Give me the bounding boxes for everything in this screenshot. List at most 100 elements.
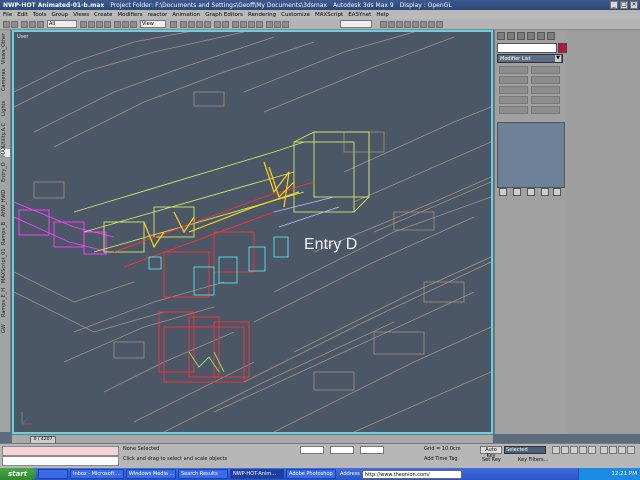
make-unique-icon[interactable] (527, 188, 535, 196)
previous-frame-icon[interactable] (561, 446, 569, 454)
select-by-name-icon[interactable] (88, 21, 95, 28)
display-tab-icon[interactable] (537, 32, 545, 40)
play-icon[interactable] (570, 446, 578, 454)
menu-graph-editors[interactable]: Graph Editors (205, 12, 243, 18)
menu-reactor[interactable]: reactor (148, 12, 168, 18)
modifier-stack[interactable] (497, 122, 565, 188)
close-button[interactable]: × (630, 1, 638, 9)
maximize-button[interactable]: □ (620, 1, 628, 9)
taskbar-item[interactable]: Adobe Photoshop ... (286, 469, 336, 479)
menu-easynet[interactable]: EASYnet (348, 12, 371, 18)
menu-rendering[interactable]: Rendering (248, 12, 276, 18)
maxscript-input[interactable] (2, 456, 119, 466)
create-tab-icon[interactable] (497, 32, 505, 40)
menu-modifiers[interactable]: Modifiers (117, 12, 142, 18)
modifier-button[interactable] (499, 76, 528, 84)
auto-key-mode-dropdown[interactable]: Selected (504, 446, 546, 454)
utilities-tab-icon[interactable] (547, 32, 555, 40)
modifier-button[interactable] (531, 86, 560, 94)
left-tab[interactable]: Utility.A.C (1, 122, 10, 148)
maxscript-listener-mini[interactable] (2, 446, 119, 456)
left-tab[interactable]: Lights (1, 96, 10, 120)
menu-file[interactable]: File (3, 12, 12, 18)
left-tab[interactable]: GW (1, 322, 10, 336)
taskbar-item[interactable]: Inbox - Microsoft ... (70, 469, 124, 479)
rotate-icon[interactable] (122, 21, 129, 28)
x-coord-field[interactable] (300, 446, 324, 454)
menu-tools[interactable]: Tools (33, 12, 47, 18)
configure-sets-icon[interactable] (553, 188, 561, 196)
selection-filter-dropdown[interactable]: All (47, 20, 77, 28)
mirror-icon[interactable] (214, 21, 221, 28)
modifier-button[interactable] (531, 106, 560, 114)
minimize-button[interactable]: _ (610, 1, 618, 9)
tool-icon[interactable] (388, 21, 395, 28)
modifier-button[interactable] (531, 66, 560, 74)
tool-icon[interactable] (436, 21, 443, 28)
tool-icon[interactable] (412, 21, 419, 28)
go-to-end-icon[interactable] (588, 446, 596, 454)
left-tab[interactable]: Ramps_E_H (1, 286, 10, 320)
menu-views[interactable]: Views (73, 12, 89, 18)
add-time-tag[interactable]: Add Time Tag (424, 456, 458, 462)
start-button[interactable]: start (0, 468, 36, 480)
undo-icon[interactable] (3, 21, 10, 28)
modifier-button[interactable] (499, 96, 528, 104)
z-coord-field[interactable] (360, 446, 384, 454)
address-bar[interactable]: http://www.theonion.com/ (361, 469, 462, 479)
window-crossing-icon[interactable] (104, 21, 111, 28)
next-frame-icon[interactable] (579, 446, 587, 454)
tool-icon[interactable] (428, 21, 435, 28)
redo-icon[interactable] (11, 21, 18, 28)
menu-customize[interactable]: Customize (281, 12, 310, 18)
selection-region-icon[interactable] (96, 21, 103, 28)
layer-manager-icon[interactable] (232, 21, 239, 28)
go-to-start-icon[interactable] (552, 446, 560, 454)
bind-space-warp-icon[interactable] (37, 21, 44, 28)
percent-snap-icon[interactable] (196, 21, 203, 28)
menu-group[interactable]: Group (51, 12, 68, 18)
scale-icon[interactable] (130, 21, 137, 28)
modifier-button[interactable] (499, 86, 528, 94)
auto-key-button[interactable]: Auto Key (480, 446, 502, 459)
left-tab[interactable]: Entry_D (1, 158, 10, 186)
snaps-toggle-icon[interactable] (180, 21, 187, 28)
taskbar-item-active[interactable]: NWP-HOT-Anim... (230, 469, 284, 479)
time-slider[interactable]: 0 / 4207 (12, 434, 493, 444)
menu-animation[interactable]: Animation (172, 12, 200, 18)
zoom-icon[interactable] (600, 446, 608, 454)
taskbar-item[interactable]: Windows Media ... (126, 469, 176, 479)
menu-create[interactable]: Create (94, 12, 112, 18)
modifier-list-dropdown[interactable]: Modifier List ▼ (497, 54, 563, 63)
modifier-button[interactable] (499, 106, 528, 114)
maximize-viewport-icon[interactable] (627, 446, 635, 454)
angle-snap-icon[interactable] (188, 21, 195, 28)
remove-modifier-icon[interactable] (541, 188, 549, 196)
menu-edit[interactable]: Edit (17, 12, 28, 18)
left-tab[interactable]: Views_Other (1, 33, 10, 64)
show-end-result-icon[interactable] (513, 188, 521, 196)
render-setup-icon[interactable] (266, 21, 273, 28)
tool-icon[interactable] (380, 21, 387, 28)
tool-icon[interactable] (404, 21, 411, 28)
modify-tab-icon[interactable] (507, 32, 515, 40)
object-color-swatch[interactable] (558, 43, 567, 53)
reference-coord-dropdown[interactable]: View (140, 20, 166, 28)
left-tab[interactable]: MAXScript_01 (1, 248, 10, 284)
hierarchy-tab-icon[interactable] (517, 32, 525, 40)
pivot-center-icon[interactable] (170, 21, 177, 28)
key-filters-button[interactable]: Key Filters... (518, 457, 548, 463)
align-icon[interactable] (222, 21, 229, 28)
material-editor-icon[interactable] (256, 21, 263, 28)
tool-icon[interactable] (420, 21, 427, 28)
pan-icon[interactable] (618, 446, 626, 454)
object-name-field[interactable] (497, 43, 557, 53)
menu-maxscript[interactable]: MAXScript (315, 12, 343, 18)
select-object-icon[interactable] (80, 21, 87, 28)
left-tab[interactable]: AHW_HWD (1, 188, 10, 218)
link-icon[interactable] (21, 21, 28, 28)
viewport-label[interactable]: User (17, 34, 28, 40)
y-coord-field[interactable] (330, 446, 354, 454)
modifier-button[interactable] (531, 76, 560, 84)
left-tab-active[interactable]: MAX (1, 146, 10, 157)
